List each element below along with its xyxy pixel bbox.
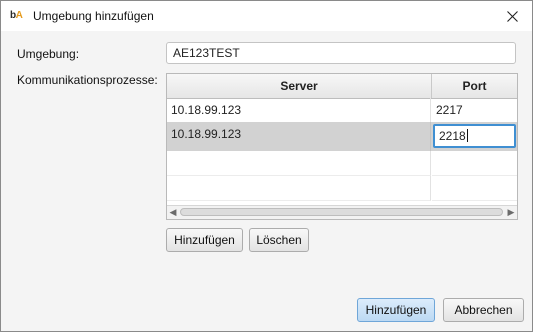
port-edit-value: 2218 — [439, 129, 466, 143]
window-title: Umgebung hinzufügen — [33, 9, 154, 23]
cell-server[interactable]: 10.18.99.123 — [167, 122, 431, 151]
empty-cell — [167, 176, 431, 201]
empty-cell — [167, 151, 431, 176]
environment-label: Umgebung: — [17, 47, 80, 61]
port-edit-field[interactable]: 2218 — [433, 124, 516, 148]
scroll-left-icon[interactable]: ◀ — [167, 206, 179, 218]
column-header-port[interactable]: Port — [432, 74, 517, 98]
processes-label: Kommunikationsprozesse: — [17, 73, 158, 87]
table-row[interactable]: 10.18.99.123 2217 — [167, 98, 517, 123]
scrollbar-thumb[interactable] — [180, 208, 503, 216]
delete-process-button[interactable]: Löschen — [249, 228, 309, 252]
empty-cell — [432, 151, 517, 176]
app-logo-icon: bA — [10, 10, 23, 21]
title-bar: bA Umgebung hinzufügen — [1, 1, 532, 31]
close-icon — [506, 10, 518, 22]
cell-server[interactable]: 10.18.99.123 — [167, 98, 431, 123]
empty-cell — [432, 176, 517, 201]
column-header-server[interactable]: Server — [167, 74, 432, 98]
cell-port[interactable]: 2217 — [432, 98, 517, 123]
confirm-add-button[interactable]: Hinzufügen — [357, 298, 435, 322]
table-header: Server Port — [167, 74, 517, 99]
close-button[interactable] — [492, 1, 532, 31]
processes-table: Server Port 10.18.99.123 2217 10.18.99.1… — [166, 73, 518, 220]
cancel-button[interactable]: Abbrechen — [443, 298, 524, 322]
table-row-empty — [167, 176, 517, 201]
table-row-selected[interactable]: 10.18.99.123 2218 — [167, 122, 517, 151]
text-caret — [466, 129, 468, 142]
horizontal-scrollbar[interactable]: ◀ ▶ — [167, 205, 517, 219]
scroll-right-icon[interactable]: ▶ — [505, 206, 517, 218]
environment-input[interactable]: AE123TEST — [166, 42, 516, 64]
add-process-button[interactable]: Hinzufügen — [166, 228, 243, 252]
table-row-empty — [167, 151, 517, 176]
dialog-window: bA Umgebung hinzufügen Umgebung: AE123TE… — [0, 0, 533, 332]
